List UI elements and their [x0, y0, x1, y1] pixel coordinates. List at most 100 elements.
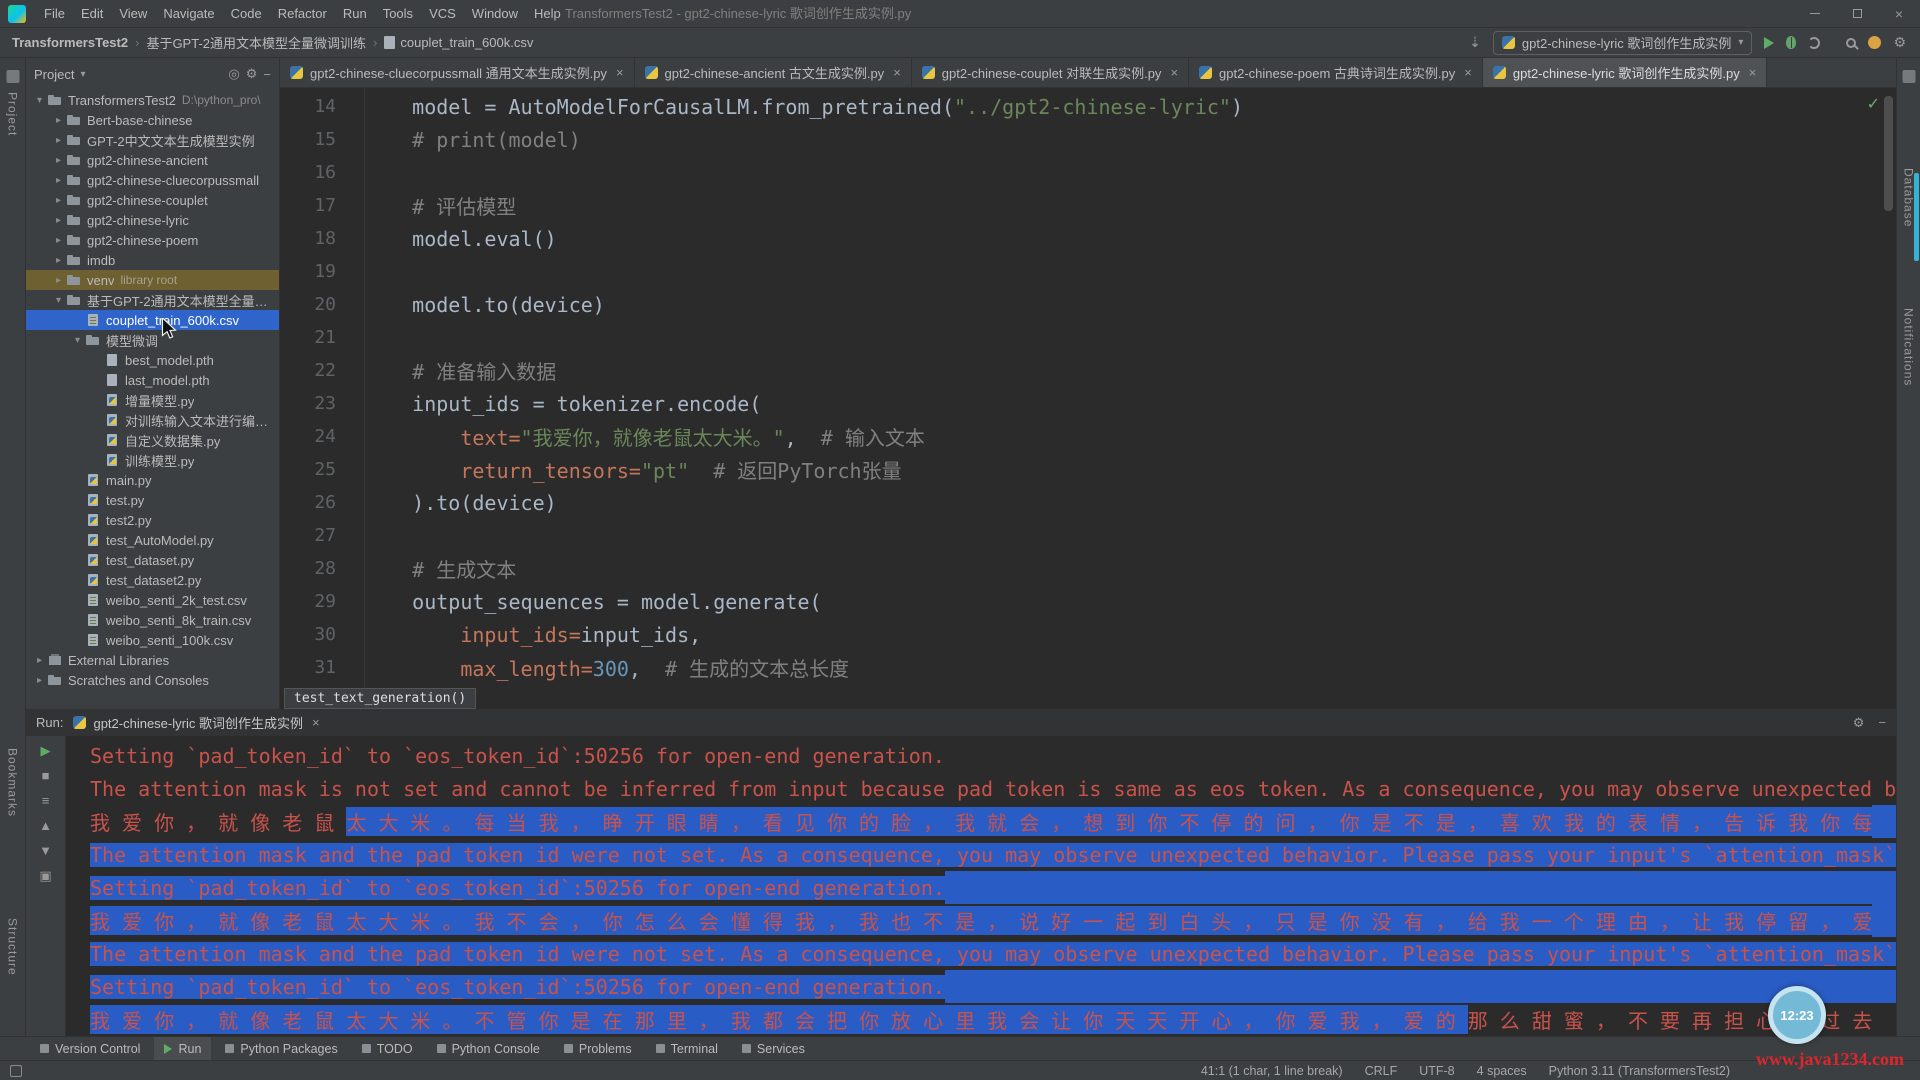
tree-item-4[interactable]: ▸gpt2-chinese-cluecorpussmall — [26, 170, 279, 190]
file-encoding[interactable]: UTF-8 — [1419, 1064, 1454, 1078]
soft-wrap-icon[interactable]: ≡ — [42, 794, 50, 807]
chevron-collapsed-icon[interactable]: ▸ — [32, 655, 47, 666]
editor[interactable]: 14 model = AutoModelForCausalLM.from_pre… — [280, 88, 1896, 709]
editor-tab-3[interactable]: gpt2-chinese-poem 古典诗词生成实例.py× — [1189, 58, 1483, 87]
structure-stripe-label[interactable]: Structure — [6, 918, 20, 976]
menu-help[interactable]: Help — [526, 0, 569, 28]
clear-console-icon[interactable]: ▣ — [39, 869, 51, 882]
hide-run-panel-icon[interactable]: − — [1878, 715, 1886, 731]
editor-tab-0[interactable]: gpt2-chinese-cluecorpussmall 通用文本生成实例.py… — [280, 58, 635, 87]
database-stripe-icon[interactable] — [1902, 70, 1915, 83]
tool-button-version-control[interactable]: Version Control — [30, 1037, 150, 1060]
menu-view[interactable]: View — [111, 0, 155, 28]
tree-item-3[interactable]: ▸gpt2-chinese-ancient — [26, 150, 279, 170]
close-icon[interactable]: × — [1464, 65, 1472, 80]
rerun-coverage-icon[interactable] — [1808, 37, 1820, 49]
tool-button-todo[interactable]: TODO — [352, 1037, 423, 1060]
caret-position[interactable]: 41:1 (1 char, 1 line break) — [1201, 1064, 1343, 1078]
python-interpreter[interactable]: Python 3.11 (TransformersTest2) — [1549, 1064, 1730, 1078]
menu-edit[interactable]: Edit — [73, 0, 111, 28]
project-stripe-icon[interactable] — [6, 70, 19, 83]
project-panel-title[interactable]: Project — [34, 67, 74, 82]
menu-navigate[interactable]: Navigate — [155, 0, 222, 28]
tree-item-9[interactable]: ▸venvlibrary root — [26, 270, 279, 290]
chevron-collapsed-icon[interactable]: ▸ — [51, 215, 66, 226]
indent-setting[interactable]: 4 spaces — [1477, 1064, 1527, 1078]
editor-tab-1[interactable]: gpt2-chinese-ancient 古文生成实例.py× — [635, 58, 912, 87]
menu-vcs[interactable]: VCS — [421, 0, 464, 28]
settings-gear-icon[interactable]: ⚙ — [1893, 34, 1906, 51]
tree-item-16[interactable]: 对训练输入文本进行编码.py — [26, 410, 279, 430]
tree-item-21[interactable]: test2.py — [26, 510, 279, 530]
close-icon[interactable]: × — [1749, 65, 1757, 80]
chevron-collapsed-icon[interactable]: ▸ — [51, 195, 66, 206]
run-settings-gear-icon[interactable]: ⚙ — [1853, 715, 1865, 731]
tree-item-14[interactable]: last_model.pth — [26, 370, 279, 390]
menu-window[interactable]: Window — [464, 0, 526, 28]
menu-tools[interactable]: Tools — [375, 0, 421, 28]
tree-item-10[interactable]: ▾基于GPT-2通用文本模型全量微调训练 — [26, 290, 279, 310]
stop-icon[interactable]: ■ — [42, 769, 50, 782]
rerun-icon[interactable]: ▶ — [41, 744, 51, 757]
stripe-scrollbar[interactable] — [1914, 173, 1919, 261]
tree-item-17[interactable]: 自定义数据集.py — [26, 430, 279, 450]
breadcrumb-item-2[interactable]: couplet_train_600k.csv — [384, 35, 533, 50]
chevron-collapsed-icon[interactable]: ▸ — [51, 135, 66, 146]
tool-button-python-console[interactable]: Python Console — [427, 1037, 550, 1060]
locate-file-icon[interactable]: ◎ — [228, 66, 239, 82]
tool-window-toggle-icon[interactable] — [10, 1065, 22, 1077]
tree-item-26[interactable]: weibo_senti_8k_train.csv — [26, 610, 279, 630]
tree-item-28[interactable]: ▸External Libraries — [26, 650, 279, 670]
close-icon[interactable]: × — [1170, 65, 1178, 80]
tree-item-15[interactable]: 增量模型.py — [26, 390, 279, 410]
breadcrumb-item-1[interactable]: 基于GPT-2通用文本模型全量微调训练 — [146, 33, 366, 52]
tree-item-6[interactable]: ▸gpt2-chinese-lyric — [26, 210, 279, 230]
scroll-down-icon[interactable]: ▼ — [39, 844, 52, 857]
chevron-expanded-icon[interactable]: ▾ — [70, 335, 85, 346]
close-icon[interactable]: × — [616, 65, 624, 80]
tree-item-2[interactable]: ▸GPT-2中文文本生成模型实例 — [26, 130, 279, 150]
tree-item-29[interactable]: ▸Scratches and Consoles — [26, 670, 279, 690]
tree-item-7[interactable]: ▸gpt2-chinese-poem — [26, 230, 279, 250]
tree-item-13[interactable]: best_model.pth — [26, 350, 279, 370]
tool-button-terminal[interactable]: Terminal — [646, 1037, 728, 1060]
line-separator[interactable]: CRLF — [1365, 1064, 1398, 1078]
menu-refactor[interactable]: Refactor — [270, 0, 335, 28]
search-everywhere-icon[interactable] — [1846, 38, 1856, 48]
tree-item-8[interactable]: ▸imdb — [26, 250, 279, 270]
tool-button-python-packages[interactable]: Python Packages — [215, 1037, 347, 1060]
chevron-collapsed-icon[interactable]: ▸ — [51, 235, 66, 246]
tree-item-1[interactable]: ▸Bert-base-chinese — [26, 110, 279, 130]
chevron-expanded-icon[interactable]: ▾ — [32, 95, 47, 106]
tree-item-20[interactable]: test.py — [26, 490, 279, 510]
chevron-collapsed-icon[interactable]: ▸ — [51, 115, 66, 126]
panel-settings-gear-icon[interactable]: ⚙ — [246, 66, 258, 82]
chevron-down-icon[interactable]: ▾ — [80, 69, 85, 80]
tree-item-12[interactable]: ▾模型微调 — [26, 330, 279, 350]
editor-scrollbar[interactable] — [1884, 96, 1893, 211]
editor-tab-2[interactable]: gpt2-chinese-couplet 对联生成实例.py× — [912, 58, 1189, 87]
profiler-icon[interactable] — [1868, 36, 1881, 49]
menu-run[interactable]: Run — [335, 0, 375, 28]
tree-item-25[interactable]: weibo_senti_2k_test.csv — [26, 590, 279, 610]
notifications-stripe-label[interactable]: Notifications — [1902, 308, 1916, 386]
tree-item-27[interactable]: weibo_senti_100k.csv — [26, 630, 279, 650]
menu-file[interactable]: File — [36, 0, 73, 28]
tree-item-22[interactable]: test_AutoModel.py — [26, 530, 279, 550]
maximize-button[interactable] — [1836, 0, 1878, 27]
minimize-button[interactable] — [1794, 0, 1836, 27]
bookmarks-stripe-label[interactable]: Bookmarks — [6, 748, 20, 817]
breadcrumb-item-0[interactable]: TransformersTest2 — [12, 35, 128, 50]
inspections-ok-icon[interactable]: ✓ — [1867, 94, 1880, 114]
scroll-up-icon[interactable]: ▲ — [39, 819, 52, 832]
chevron-collapsed-icon[interactable]: ▸ — [51, 155, 66, 166]
run-button[interactable] — [1764, 37, 1774, 49]
chevron-collapsed-icon[interactable]: ▸ — [51, 255, 66, 266]
chevron-collapsed-icon[interactable]: ▸ — [32, 675, 47, 686]
close-icon[interactable]: × — [893, 65, 901, 80]
chevron-collapsed-icon[interactable]: ▸ — [51, 175, 66, 186]
update-project-icon[interactable]: ⇣ — [1469, 34, 1481, 51]
menu-code[interactable]: Code — [223, 0, 270, 28]
tree-item-24[interactable]: test_dataset2.py — [26, 570, 279, 590]
tool-button-problems[interactable]: Problems — [554, 1037, 642, 1060]
